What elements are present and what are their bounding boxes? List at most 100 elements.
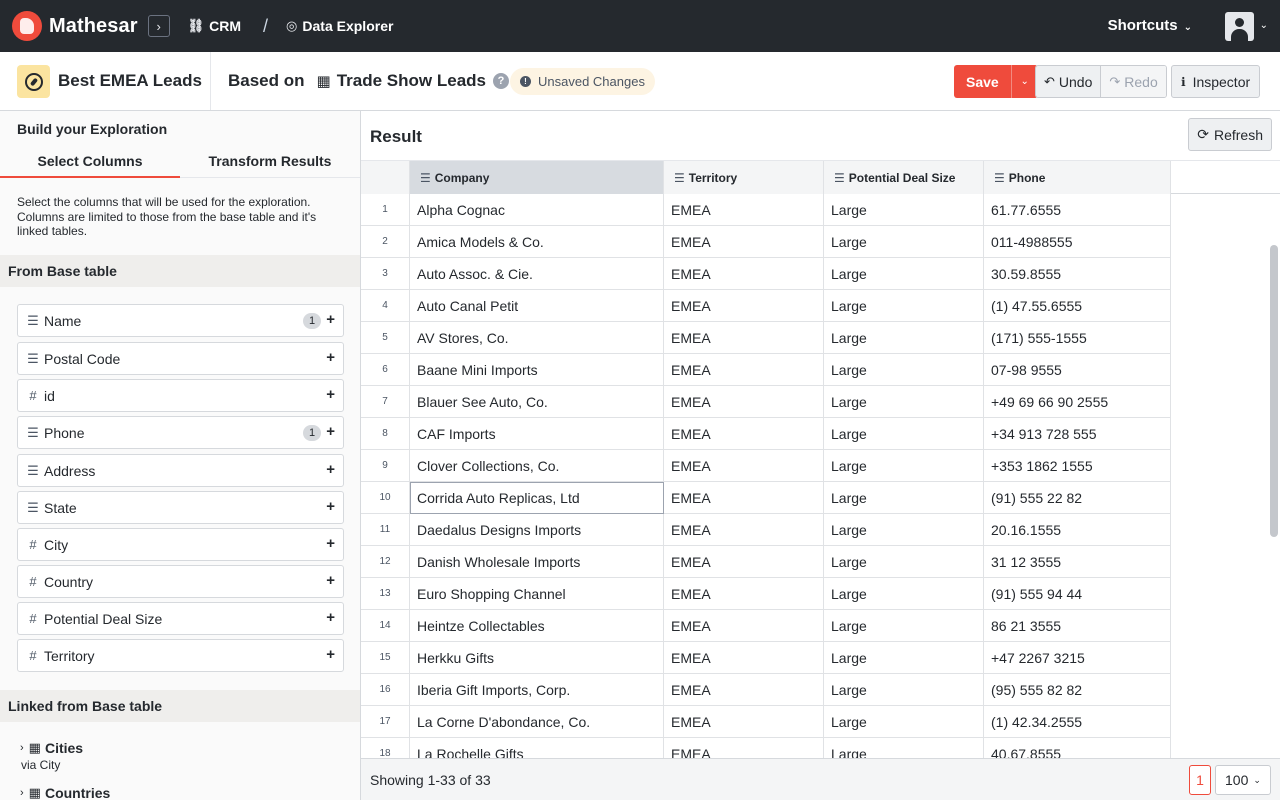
column-item-address[interactable]: ☰ Address +	[17, 454, 344, 487]
territory-cell[interactable]: EMEA	[664, 482, 824, 514]
company-cell[interactable]: Daedalus Designs Imports	[410, 514, 664, 546]
deal-size-cell[interactable]: Large	[824, 578, 984, 610]
row-number[interactable]: 5	[361, 322, 410, 354]
column-item-city[interactable]: # City +	[17, 528, 344, 561]
company-cell[interactable]: Auto Assoc. & Cie.	[410, 258, 664, 290]
phone-cell[interactable]: (91) 555 94 44	[984, 578, 1171, 610]
add-column-icon[interactable]: +	[326, 461, 335, 478]
help-icon[interactable]: ?	[492, 73, 509, 89]
row-number[interactable]: 14	[361, 610, 410, 642]
row-number[interactable]: 11	[361, 514, 410, 546]
row-number[interactable]: 8	[361, 418, 410, 450]
column-item-postal-code[interactable]: ☰ Postal Code +	[17, 342, 344, 375]
user-avatar-icon[interactable]	[1225, 12, 1254, 41]
row-number[interactable]: 13	[361, 578, 410, 610]
deal-size-cell[interactable]: Large	[824, 674, 984, 706]
inspector-button[interactable]: ℹ Inspector	[1171, 65, 1261, 98]
phone-cell[interactable]: +353 1862 1555	[984, 450, 1171, 482]
column-item-state[interactable]: ☰ State +	[17, 491, 344, 524]
deal-size-cell[interactable]: Large	[824, 226, 984, 258]
breadcrumb-schema[interactable]: ⛓ CRM	[188, 18, 241, 34]
column-item-territory[interactable]: # Territory +	[17, 639, 344, 672]
row-number[interactable]: 3	[361, 258, 410, 290]
territory-cell[interactable]: EMEA	[664, 386, 824, 418]
tab-transform-results[interactable]: Transform Results	[180, 145, 360, 178]
user-menu-chevron-icon[interactable]: ⌄	[1260, 20, 1268, 31]
row-number[interactable]: 15	[361, 642, 410, 674]
chevron-right-icon[interactable]: ›	[20, 742, 24, 754]
column-header-phone[interactable]: ☰ Phone	[984, 161, 1171, 194]
territory-cell[interactable]: EMEA	[664, 578, 824, 610]
territory-cell[interactable]: EMEA	[664, 258, 824, 290]
phone-cell[interactable]: 31 12 3555	[984, 546, 1171, 578]
company-cell[interactable]: Clover Collections, Co.	[410, 450, 664, 482]
row-number[interactable]: 17	[361, 706, 410, 738]
company-cell[interactable]: Amica Models & Co.	[410, 226, 664, 258]
save-button[interactable]: Save	[954, 65, 1011, 98]
deal-size-cell[interactable]: Large	[824, 322, 984, 354]
column-header-territory[interactable]: ☰ Territory	[664, 161, 824, 194]
deal-size-cell[interactable]: Large	[824, 258, 984, 290]
page-size-select[interactable]: 100 ⌄	[1215, 765, 1271, 795]
row-number[interactable]: 1	[361, 194, 410, 226]
row-number[interactable]: 4	[361, 290, 410, 322]
deal-size-cell[interactable]: Large	[824, 194, 984, 226]
breadcrumb-data-explorer[interactable]: ◎ Data Explorer	[286, 18, 393, 34]
territory-cell[interactable]: EMEA	[664, 642, 824, 674]
territory-cell[interactable]: EMEA	[664, 226, 824, 258]
company-cell[interactable]: La Rochelle Gifts	[410, 738, 664, 758]
company-cell[interactable]: CAF Imports	[410, 418, 664, 450]
company-cell[interactable]: La Corne D'abondance, Co.	[410, 706, 664, 738]
deal-size-cell[interactable]: Large	[824, 354, 984, 386]
company-cell[interactable]: Herkku Gifts	[410, 642, 664, 674]
territory-cell[interactable]: EMEA	[664, 322, 824, 354]
column-item-country[interactable]: # Country +	[17, 565, 344, 598]
territory-cell[interactable]: EMEA	[664, 546, 824, 578]
phone-cell[interactable]: 011-4988555	[984, 226, 1171, 258]
company-cell[interactable]: Heintze Collectables	[410, 610, 664, 642]
column-item-phone[interactable]: ☰ Phone 1 +	[17, 416, 344, 449]
phone-cell[interactable]: 86 21 3555	[984, 610, 1171, 642]
row-number[interactable]: 18	[361, 738, 410, 758]
phone-cell[interactable]: +49 69 66 90 2555	[984, 386, 1171, 418]
phone-cell[interactable]: (91) 555 22 82	[984, 482, 1171, 514]
undo-button[interactable]: ↶ Undo	[1036, 66, 1101, 97]
column-item-name[interactable]: ☰ Name 1 +	[17, 304, 344, 337]
territory-cell[interactable]: EMEA	[664, 450, 824, 482]
column-header-potential-deal-size[interactable]: ☰ Potential Deal Size	[824, 161, 984, 194]
company-cell[interactable]: Alpha Cognac	[410, 194, 664, 226]
company-cell[interactable]: AV Stores, Co.	[410, 322, 664, 354]
phone-cell[interactable]: 61.77.6555	[984, 194, 1171, 226]
add-column-icon[interactable]: +	[326, 386, 335, 403]
vertical-scrollbar[interactable]	[1270, 245, 1278, 537]
row-number[interactable]: 2	[361, 226, 410, 258]
company-cell[interactable]: Danish Wholesale Imports	[410, 546, 664, 578]
add-column-icon[interactable]: +	[326, 572, 335, 589]
company-cell[interactable]: Iberia Gift Imports, Corp.	[410, 674, 664, 706]
phone-cell[interactable]: 30.59.8555	[984, 258, 1171, 290]
territory-cell[interactable]: EMEA	[664, 418, 824, 450]
row-number[interactable]: 16	[361, 674, 410, 706]
exploration-title[interactable]: Best EMEA Leads	[58, 71, 202, 91]
phone-cell[interactable]: 07-98 9555	[984, 354, 1171, 386]
phone-cell[interactable]: (1) 47.55.6555	[984, 290, 1171, 322]
tab-select-columns[interactable]: Select Columns	[0, 145, 180, 178]
deal-size-cell[interactable]: Large	[824, 738, 984, 758]
add-column-icon[interactable]: +	[326, 423, 335, 440]
shortcuts-menu[interactable]: Shortcuts ⌄	[1108, 17, 1192, 34]
phone-cell[interactable]: 20.16.1555	[984, 514, 1171, 546]
deal-size-cell[interactable]: Large	[824, 386, 984, 418]
add-column-icon[interactable]: +	[326, 498, 335, 515]
deal-size-cell[interactable]: Large	[824, 642, 984, 674]
company-cell[interactable]: Blauer See Auto, Co.	[410, 386, 664, 418]
phone-cell[interactable]: +34 913 728 555	[984, 418, 1171, 450]
row-number[interactable]: 12	[361, 546, 410, 578]
column-header-company[interactable]: ☰ Company	[410, 161, 664, 194]
app-logo[interactable]: Mathesar	[12, 11, 138, 41]
deal-size-cell[interactable]: Large	[824, 706, 984, 738]
chevron-right-icon[interactable]: ›	[20, 787, 24, 799]
company-cell[interactable]: Corrida Auto Replicas, Ltd	[410, 482, 664, 514]
schema-switcher-button[interactable]: ›	[147, 15, 170, 37]
territory-cell[interactable]: EMEA	[664, 674, 824, 706]
deal-size-cell[interactable]: Large	[824, 450, 984, 482]
